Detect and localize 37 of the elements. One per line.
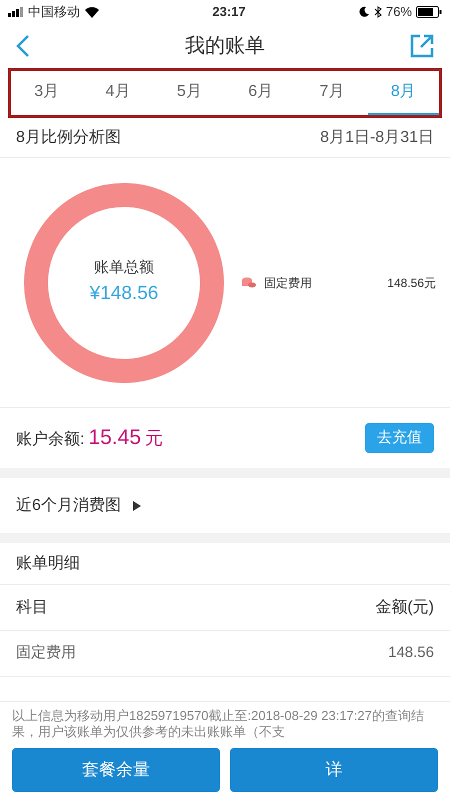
date-range: 8月1日-8月31日 (320, 128, 434, 148)
column-header: 金额(元) (375, 598, 434, 618)
total-amount: ¥148.56 (90, 282, 158, 306)
carrier-name: 中国移动 (28, 3, 80, 22)
column-header: 科目 (16, 598, 48, 618)
month-tab[interactable]: 5月 (154, 71, 225, 115)
section-title: 8月比例分析图 (16, 128, 121, 148)
page-title: 我的账单 (185, 34, 265, 59)
signal-icon (8, 7, 24, 17)
back-icon (16, 34, 30, 58)
table-cell-text: 固定费用 (16, 643, 76, 664)
triangle-icon (132, 500, 141, 510)
month-tab[interactable]: 7月 (296, 71, 368, 115)
coins-icon (242, 276, 256, 288)
footer-button[interactable]: 套餐余量 (12, 748, 220, 792)
month-tab[interactable]: 8月 (368, 71, 439, 115)
month-tab[interactable]: 4月 (82, 71, 154, 115)
legend-value: 148.56元 (387, 274, 436, 292)
balance-unit: 元 (145, 427, 164, 450)
wifi-icon (84, 6, 100, 18)
table-cell-text: 148.56 (388, 643, 434, 664)
disclaimer-text: 以上信息为移动用户18259719570截止至:2018-08-29 23:17:27的查询结果，用户该账单为仅供参考的未出账账单（不支 (12, 708, 425, 740)
battery-percent: 76% (386, 3, 412, 22)
moon-icon (358, 6, 370, 18)
trend-link[interactable]: 近6个月消费图 (0, 478, 450, 533)
bluetooth-icon (374, 6, 382, 18)
clock-time: 23:17 (212, 3, 246, 22)
battery-icon (416, 6, 442, 18)
legend-label: 固定费用 (264, 274, 313, 292)
footer-button[interactable]: 详 (230, 748, 438, 792)
share-icon (410, 34, 434, 58)
details-title: 账单明细 (16, 554, 80, 574)
month-tab[interactable]: 6月 (224, 71, 296, 115)
balance-amount: 15.45 (88, 425, 142, 452)
month-tab[interactable]: 3月 (11, 71, 82, 115)
balance-label: 账户余额: (16, 430, 84, 450)
total-label: 账单总额 (94, 258, 154, 278)
